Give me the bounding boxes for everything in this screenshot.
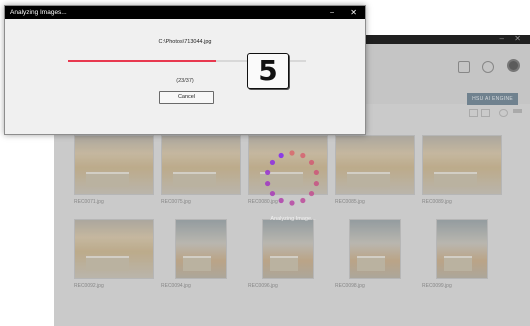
dialog-close-button[interactable]: ✕ [350, 7, 357, 18]
progress-dialog: Analyzing Images... – ✕ C:\Photos\713044… [4, 5, 366, 135]
countdown-badge: 5 [247, 53, 289, 89]
dialog-title: Analyzing Images... [10, 9, 67, 16]
progress-bar-fill [68, 60, 216, 62]
cancel-button[interactable]: Cancel [159, 91, 214, 104]
dialog-minimize-button[interactable]: – [330, 7, 334, 18]
progress-counter: (23/37) [176, 78, 194, 84]
spinner-label: Analyzing Image... [270, 216, 316, 222]
dialog-titlebar: Analyzing Images... – ✕ [5, 6, 365, 19]
current-file-path: C:\Photos\713044.jpg [158, 39, 212, 45]
